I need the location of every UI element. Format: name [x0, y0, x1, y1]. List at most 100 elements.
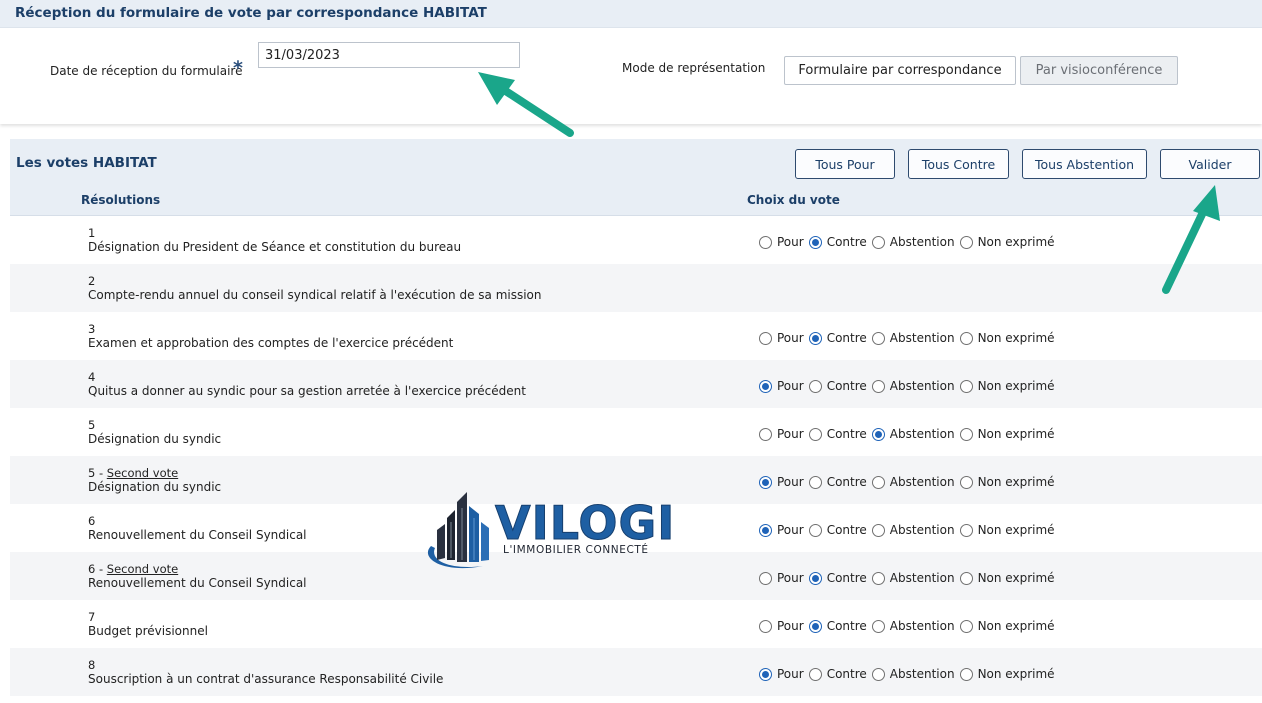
vote-option[interactable]: Pour [759, 523, 804, 537]
radio-button[interactable] [871, 379, 885, 393]
tous-contre-button[interactable]: Tous Contre [908, 149, 1009, 179]
vote-option[interactable]: Non exprimé [959, 667, 1055, 681]
vote-option-label: Non exprimé [977, 571, 1055, 585]
valider-button[interactable]: Valider [1160, 149, 1260, 179]
vote-option[interactable]: Abstention [871, 619, 955, 633]
vote-option[interactable]: Pour [759, 571, 804, 585]
vote-option[interactable]: Non exprimé [959, 619, 1055, 633]
radio-button[interactable] [759, 235, 772, 249]
logo-tagline: L'IMMOBILIER CONNECTÉ [503, 544, 649, 556]
radio-button[interactable] [959, 379, 973, 393]
vote-option-label: Pour [777, 619, 804, 633]
radio-button[interactable] [959, 235, 973, 249]
radio-button[interactable] [959, 571, 973, 585]
vote-option[interactable]: Pour [759, 619, 804, 633]
vote-option[interactable]: Pour [759, 667, 804, 681]
radio-button[interactable] [871, 331, 885, 345]
radio-button[interactable] [871, 235, 885, 249]
radio-button[interactable] [808, 331, 822, 345]
second-vote-link[interactable]: Second vote [107, 562, 178, 576]
vote-option[interactable]: Abstention [871, 523, 955, 537]
tous-abstention-button[interactable]: Tous Abstention [1022, 149, 1147, 179]
radio-button[interactable] [871, 667, 885, 681]
vote-option-label: Abstention [889, 331, 955, 345]
vote-option[interactable]: Pour [759, 331, 804, 345]
vote-option[interactable]: Contre [808, 571, 867, 585]
vote-option[interactable]: Pour [759, 427, 804, 441]
radio-button[interactable] [871, 523, 885, 537]
radio-button[interactable] [959, 619, 973, 633]
vote-option-label: Contre [826, 475, 867, 489]
mode-visio-button[interactable]: Par visioconférence [1020, 56, 1178, 85]
radio-button[interactable] [871, 619, 885, 633]
vote-option[interactable]: Non exprimé [959, 331, 1055, 345]
radio-button[interactable] [759, 667, 772, 681]
resolution-number-text: 1 [88, 226, 96, 240]
vote-option[interactable]: Contre [808, 331, 867, 345]
vote-option[interactable]: Contre [808, 379, 867, 393]
radio-button[interactable] [808, 235, 822, 249]
vote-option[interactable]: Contre [808, 667, 867, 681]
vote-option[interactable]: Contre [808, 523, 867, 537]
vote-option[interactable]: Abstention [871, 667, 955, 681]
radio-button[interactable] [808, 475, 822, 489]
vote-option-label: Non exprimé [977, 523, 1055, 537]
resolution-title: Budget prévisionnel [88, 624, 208, 638]
vote-option[interactable]: Non exprimé [959, 523, 1055, 537]
radio-button[interactable] [808, 379, 822, 393]
vote-option-label: Non exprimé [977, 379, 1055, 393]
radio-button[interactable] [759, 475, 772, 489]
radio-button[interactable] [959, 331, 973, 345]
vote-option[interactable]: Abstention [871, 427, 955, 441]
required-star: * [233, 57, 243, 79]
second-vote-link[interactable]: Second vote [107, 466, 178, 480]
date-input[interactable] [258, 42, 520, 68]
column-header-resolutions: Résolutions [81, 193, 161, 207]
radio-button[interactable] [759, 523, 772, 537]
radio-button[interactable] [871, 571, 885, 585]
vote-option-label: Abstention [889, 427, 955, 441]
resolution-number: 5 - Second vote [88, 466, 178, 480]
radio-button[interactable] [808, 571, 822, 585]
radio-button[interactable] [871, 475, 885, 489]
radio-button[interactable] [959, 667, 973, 681]
vote-option[interactable]: Contre [808, 475, 867, 489]
vote-option[interactable]: Contre [808, 235, 867, 249]
resolution-number-text: 5 [88, 418, 96, 432]
vote-option[interactable]: Non exprimé [959, 475, 1055, 489]
vote-option-label: Contre [826, 619, 867, 633]
radio-button[interactable] [871, 427, 885, 441]
radio-button[interactable] [759, 571, 772, 585]
radio-button[interactable] [759, 379, 772, 393]
radio-button[interactable] [959, 523, 973, 537]
radio-button[interactable] [759, 427, 772, 441]
vote-option[interactable]: Non exprimé [959, 571, 1055, 585]
vote-option[interactable]: Non exprimé [959, 379, 1055, 393]
vote-option[interactable]: Abstention [871, 571, 955, 585]
radio-button[interactable] [759, 619, 772, 633]
vote-option[interactable]: Abstention [871, 475, 955, 489]
vote-option[interactable]: Abstention [871, 331, 955, 345]
radio-button[interactable] [808, 667, 822, 681]
vote-option[interactable]: Non exprimé [959, 427, 1055, 441]
resolution-number-text: 4 [88, 370, 96, 384]
vote-option[interactable]: Contre [808, 427, 867, 441]
vote-option[interactable]: Non exprimé [959, 235, 1055, 249]
vote-option[interactable]: Pour [759, 475, 804, 489]
vote-option[interactable]: Abstention [871, 379, 955, 393]
radio-button[interactable] [808, 619, 822, 633]
vote-option[interactable]: Contre [808, 619, 867, 633]
radio-button[interactable] [808, 427, 822, 441]
vote-option[interactable]: Pour [759, 235, 804, 249]
tous-pour-button[interactable]: Tous Pour [795, 149, 895, 179]
vote-option[interactable]: Pour [759, 379, 804, 393]
vote-option-label: Contre [826, 427, 867, 441]
radio-button[interactable] [959, 475, 973, 489]
radio-button[interactable] [759, 331, 772, 345]
radio-button[interactable] [959, 427, 973, 441]
mode-correspondance-button[interactable]: Formulaire par correspondance [784, 56, 1016, 85]
vote-option[interactable]: Abstention [871, 235, 955, 249]
radio-button[interactable] [808, 523, 822, 537]
resolution-title: Examen et approbation des comptes de l'e… [88, 336, 454, 350]
vote-option-label: Abstention [889, 571, 955, 585]
